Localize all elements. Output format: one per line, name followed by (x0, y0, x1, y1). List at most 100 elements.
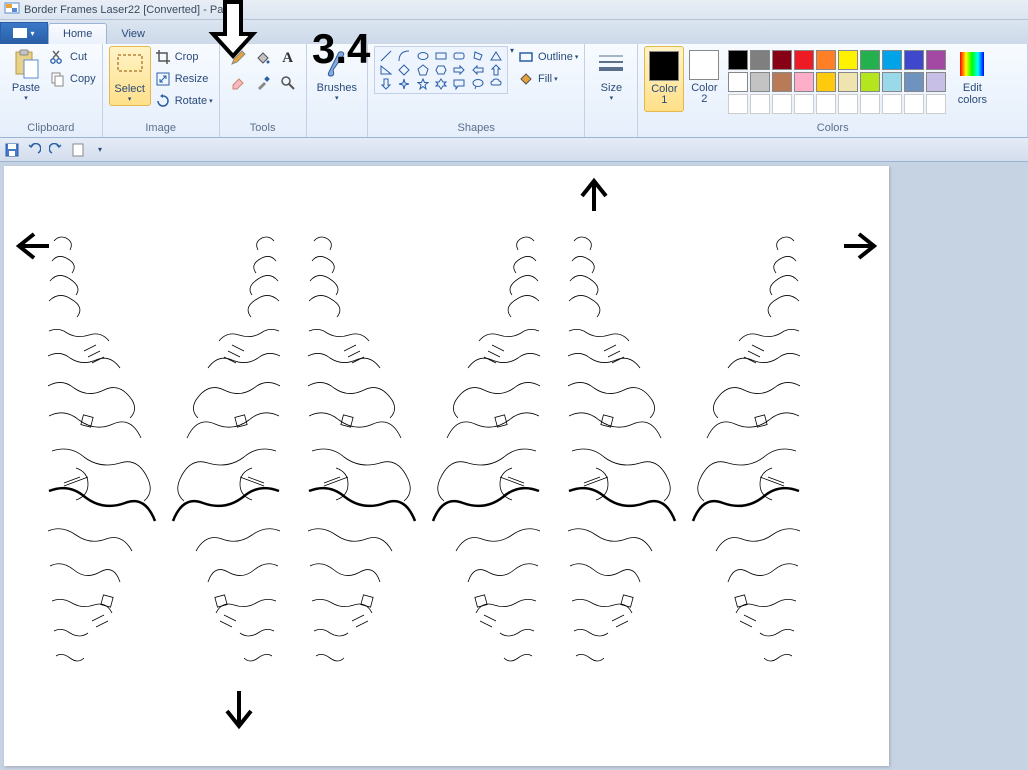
shape-curve[interactable] (395, 49, 412, 62)
undo-button[interactable] (26, 142, 42, 158)
palette-color[interactable] (772, 72, 792, 92)
palette-color[interactable] (926, 50, 946, 70)
canvas-arrow-right (844, 234, 874, 258)
shape-pentagon[interactable] (414, 63, 431, 76)
shape-hexagon[interactable] (432, 63, 449, 76)
shape-polygon[interactable] (469, 49, 486, 62)
select-button[interactable]: Select ▾ (109, 46, 151, 106)
text-tool[interactable]: A (276, 46, 300, 70)
palette-empty[interactable] (772, 94, 792, 114)
rotate-button[interactable]: Rotate▾ (155, 90, 213, 112)
color1-button[interactable]: Color 1 (644, 46, 684, 112)
palette-color[interactable] (816, 50, 836, 70)
shapes-more-button[interactable]: ▾ (510, 46, 514, 55)
shape-triangle[interactable] (488, 49, 505, 62)
shape-arrow-r[interactable] (451, 63, 468, 76)
palette-color[interactable] (882, 50, 902, 70)
palette-color[interactable] (728, 72, 748, 92)
palette-color[interactable] (794, 50, 814, 70)
eraser-icon (230, 75, 246, 91)
quick-access-toolbar: ▾ (0, 138, 1028, 162)
shape-arrow-l[interactable] (469, 63, 486, 76)
redo-icon (49, 143, 63, 157)
palette-color[interactable] (838, 50, 858, 70)
palette-empty[interactable] (728, 94, 748, 114)
paste-icon (10, 48, 42, 80)
resize-button[interactable]: Resize (155, 68, 213, 90)
canvas-arrow-down (227, 691, 251, 726)
crop-button[interactable]: Crop (155, 46, 213, 68)
palette-color[interactable] (816, 72, 836, 92)
shape-star5[interactable] (414, 78, 431, 91)
paste-button[interactable]: Paste ▾ (6, 46, 46, 104)
eraser-tool[interactable] (226, 71, 250, 95)
palette-color[interactable] (794, 72, 814, 92)
palette-empty[interactable] (882, 94, 902, 114)
save-button[interactable] (4, 142, 20, 158)
shape-star6[interactable] (432, 78, 449, 91)
shape-callout-oval[interactable] (469, 78, 486, 91)
palette-empty[interactable] (750, 94, 770, 114)
edit-colors-button[interactable]: Edit colors (952, 46, 992, 108)
shape-rtriangle[interactable] (377, 63, 394, 76)
palette-color[interactable] (904, 72, 924, 92)
shape-diamond[interactable] (395, 63, 412, 76)
redo-button[interactable] (48, 142, 64, 158)
group-clipboard: Paste ▾ Cut Copy Clipboard (0, 44, 103, 137)
ribbon: Paste ▾ Cut Copy Clipboard Select ▾ (0, 44, 1028, 138)
palette-empty[interactable] (816, 94, 836, 114)
palette-empty[interactable] (794, 94, 814, 114)
tab-view[interactable]: View (107, 24, 159, 44)
copy-button[interactable]: Copy (50, 68, 96, 90)
fill-tool[interactable] (251, 46, 275, 70)
shape-arrow-u[interactable] (488, 63, 505, 76)
color2-swatch (689, 50, 719, 80)
pencil-tool[interactable] (226, 46, 250, 70)
palette-color[interactable] (838, 72, 858, 92)
palette-color[interactable] (860, 72, 880, 92)
shape-cloud[interactable] (488, 78, 505, 91)
palette-color[interactable] (750, 50, 770, 70)
shape-roundrect[interactable] (451, 49, 468, 62)
palette-color[interactable] (728, 50, 748, 70)
qat-item[interactable] (70, 142, 86, 158)
shape-rect[interactable] (432, 49, 449, 62)
palette-color[interactable] (926, 72, 946, 92)
palette-empty[interactable] (838, 94, 858, 114)
canvas[interactable] (4, 166, 889, 766)
shape-arrow-d[interactable] (377, 78, 394, 91)
palette-color[interactable] (882, 72, 902, 92)
undo-icon (27, 143, 41, 157)
shape-line[interactable] (377, 49, 394, 62)
group-shapes: ▾ Outline▾ Fill▾ Shapes (368, 44, 585, 137)
palette-color[interactable] (750, 72, 770, 92)
tab-home[interactable]: Home (48, 23, 107, 44)
palette-empty[interactable] (926, 94, 946, 114)
brushes-button[interactable]: Brushes ▾ (313, 46, 361, 104)
outline-button[interactable]: Outline▾ (518, 46, 578, 68)
shapes-gallery[interactable] (374, 46, 508, 94)
resize-icon (155, 71, 171, 87)
group-tools: A Tools (220, 44, 307, 137)
qat-customize[interactable]: ▾ (92, 142, 108, 158)
color1-swatch (649, 51, 679, 81)
shape-callout-rect[interactable] (451, 78, 468, 91)
palette-empty[interactable] (860, 94, 880, 114)
palette-color[interactable] (860, 50, 880, 70)
shape-oval[interactable] (414, 49, 431, 62)
palette-color[interactable] (904, 50, 924, 70)
zoom-tool[interactable] (276, 71, 300, 95)
palette-empty[interactable] (904, 94, 924, 114)
canvas-arrow-left (19, 234, 49, 258)
group-size: Size ▾ (585, 44, 638, 137)
fill-button[interactable]: Fill▾ (518, 68, 578, 90)
palette-color[interactable] (772, 50, 792, 70)
size-button[interactable]: Size ▾ (591, 46, 631, 104)
window-title: Border Frames Laser22 [Converted] - Pain… (24, 4, 235, 16)
file-menu-button[interactable]: ▾ (0, 22, 48, 44)
shape-star4[interactable] (395, 78, 412, 91)
color2-button[interactable]: Color 2 (684, 46, 724, 112)
cut-button[interactable]: Cut (50, 46, 96, 68)
picker-tool[interactable] (251, 71, 275, 95)
text-icon: A (282, 50, 293, 67)
